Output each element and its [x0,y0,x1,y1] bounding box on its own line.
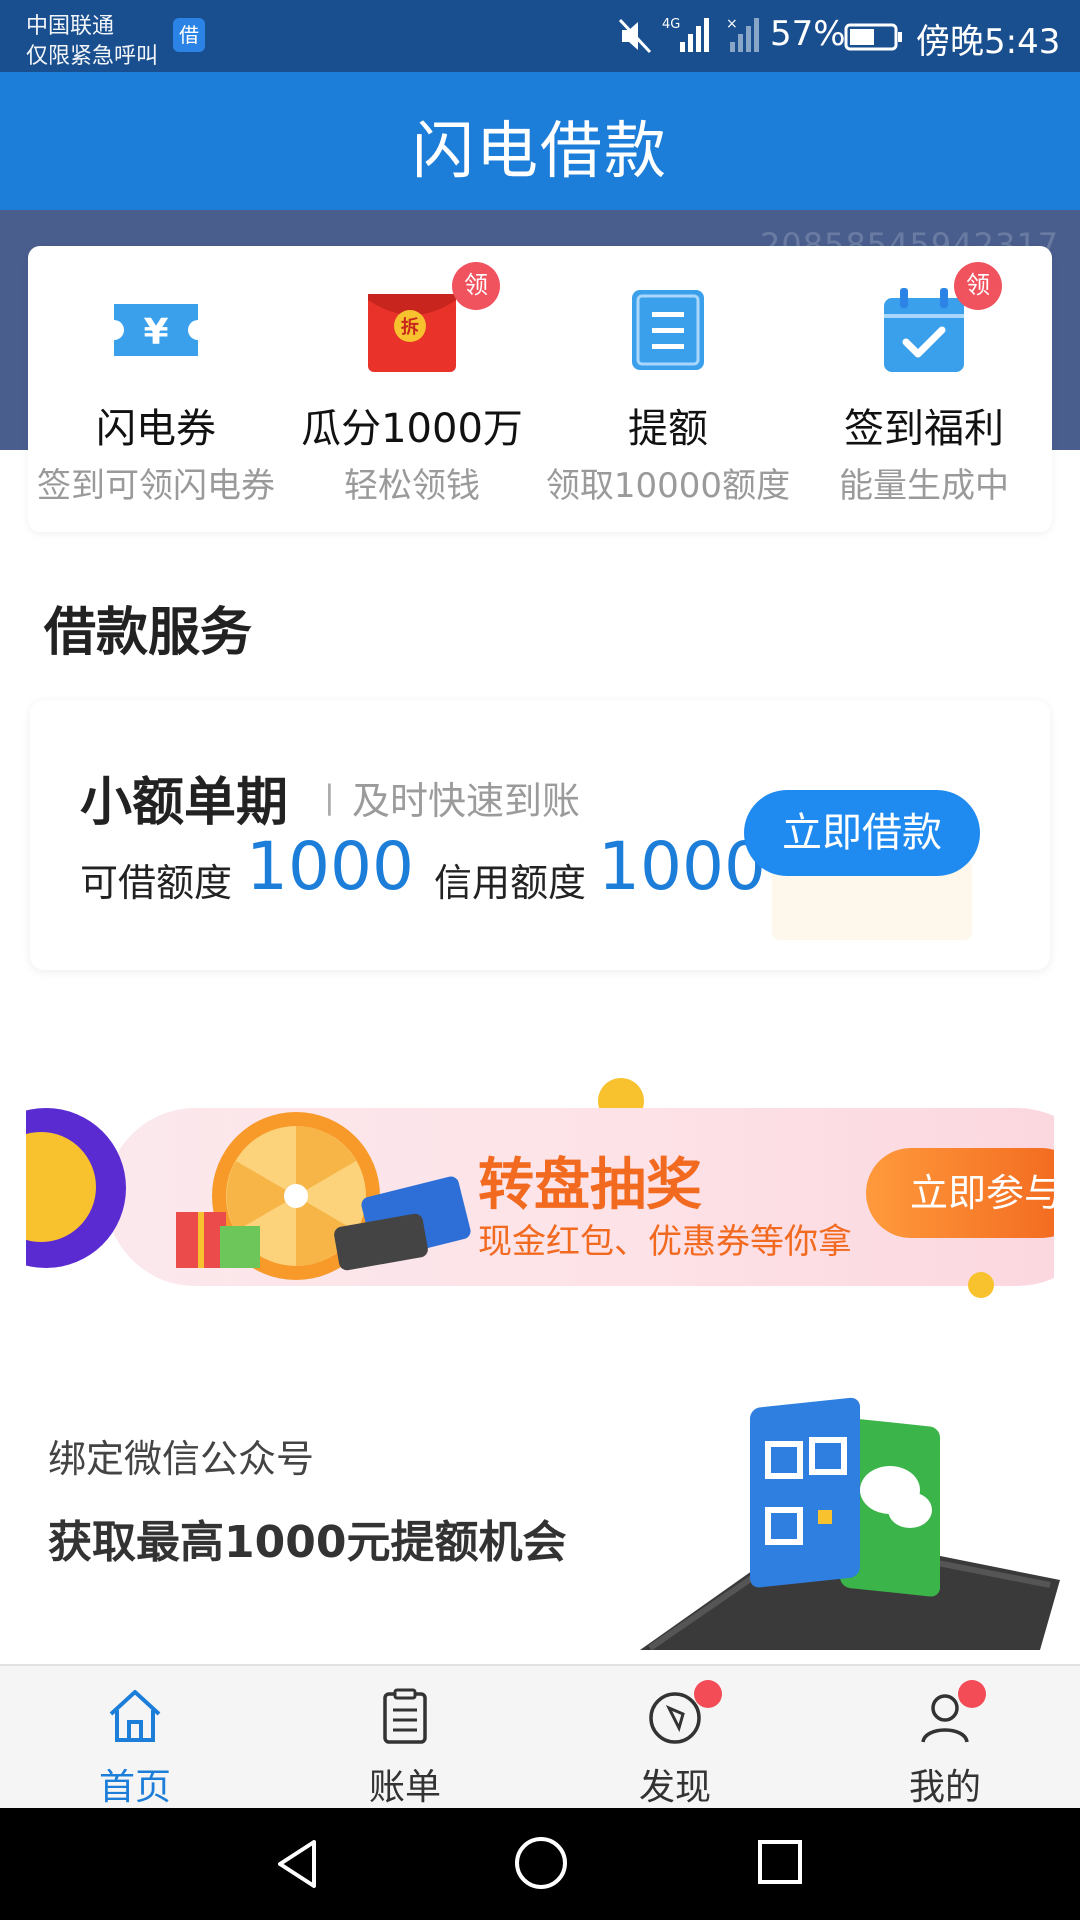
feature-flash-coupon[interactable]: ¥ 闪电券 签到可领闪电券 [28,246,284,532]
bottom-tab-bar: 首页 账单 发现 我的 [0,1664,1080,1810]
tab-discover[interactable]: 发现 [540,1666,810,1810]
back-icon[interactable] [270,1836,326,1892]
recent-apps-icon[interactable] [756,1838,804,1886]
app-notification-icon: 借 [173,18,205,52]
wechat-phone-illustration[interactable] [640,1380,1060,1650]
feature-sub: 签到可领闪电券 [37,466,275,506]
home-circle-icon[interactable] [512,1834,570,1892]
tab-bills[interactable]: 账单 [270,1666,540,1810]
section-title: 借款服务 [44,603,253,663]
tab-label: 发现 [638,1767,711,1808]
lottery-banner[interactable]: 转盘抽奖 现金红包、优惠券等你拿 立即参与 [26,1096,1054,1294]
feature-label: 瓜分1000万 [301,406,523,452]
feature-label: 签到福利 [844,406,1004,452]
borrow-now-button[interactable]: 立即借款 [744,790,980,876]
carrier-name: 中国联通 [26,14,115,39]
feature-card: ¥ 闪电券 签到可领闪电券 拆 领 瓜分1000万 轻松领钱 提额 领取1000… [28,246,1052,532]
feature-raise-limit[interactable]: 提额 领取10000额度 [540,246,796,532]
lottery-title: 转盘抽奖 [478,1153,702,1218]
tab-label: 账单 [368,1767,441,1808]
wechat-bind-title[interactable]: 绑定微信公众号 [48,1428,314,1483]
page-title: 闪电借款 [411,114,668,187]
wechat-bind-promo[interactable]: 获取最高1000元提额机会 [48,1506,566,1570]
available-limit-value: 1000 [246,828,414,905]
signal-4g-icon: 4G [662,17,709,52]
join-now-button[interactable]: 立即参与 [866,1148,1054,1238]
ticket-icon: ¥ [114,304,198,356]
claim-badge: 领 [954,262,1002,310]
svg-text:¥: ¥ [143,312,168,353]
claim-badge: 领 [452,262,500,310]
feature-sub: 领取10000额度 [545,466,791,506]
available-limit-label: 可借额度 [80,861,233,905]
mute-icon [618,18,652,54]
feature-sub: 能量生成中 [839,466,1009,506]
loan-card: 小额单期 | 及时快速到账 可借额度 1000 信用额度 1000 立即借款 [30,700,1050,970]
emergency-only-text: 仅限紧急呼叫 [26,44,159,69]
loan-product-subtitle: 及时快速到账 [352,779,581,823]
svg-text:×: × [726,16,738,32]
battery-icon [844,23,902,51]
document-icon [632,290,704,370]
battery-percent: 57% [770,14,846,54]
bill-icon [383,1688,427,1744]
credit-limit-label: 信用额度 [434,861,587,905]
envelope-text: 拆 [401,316,419,338]
tab-home[interactable]: 首页 [0,1666,270,1810]
loan-product-title: 小额单期 [80,773,289,833]
feature-share-prize[interactable]: 拆 领 瓜分1000万 轻松领钱 [284,246,540,532]
notification-dot [958,1680,986,1708]
lottery-subtitle: 现金红包、优惠券等你拿 [478,1222,852,1262]
tab-label: 首页 [98,1767,171,1808]
tab-mine[interactable]: 我的 [810,1666,1080,1810]
notification-dot [694,1680,722,1708]
gift-box-icon [176,1212,260,1268]
feature-label: 闪电券 [96,406,216,452]
feature-checkin-bonus[interactable]: 领 签到福利 能量生成中 [796,246,1052,532]
title-divider: | [324,778,335,816]
feature-sub: 轻松领钱 [344,466,480,506]
credit-limit-value: 1000 [598,828,766,905]
signal-none-icon: × [726,16,759,52]
coin-decoration [968,1272,994,1298]
red-envelope-icon: 拆 [368,294,456,372]
tab-label: 我的 [908,1767,981,1808]
network-type-label: 4G [662,17,680,32]
feature-label: 提额 [628,406,708,452]
bank-card-icon [334,1176,471,1271]
home-icon [109,1690,161,1742]
clock: 傍晚5:43 [916,22,1061,62]
